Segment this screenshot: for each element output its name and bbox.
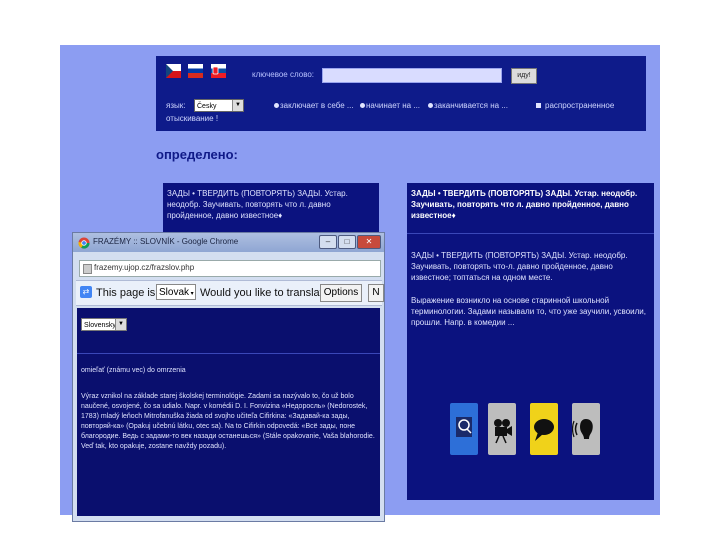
translate-language-value: Slovak: [159, 287, 190, 298]
right-result-para2: Выражение возникло на основе старинной ш…: [411, 296, 646, 327]
option-ends[interactable]: заканчивается на ...: [428, 101, 508, 110]
option-starts[interactable]: начинает на ...: [360, 101, 420, 110]
search-button[interactable]: иду!: [511, 68, 537, 84]
minimize-button[interactable]: –: [319, 235, 337, 249]
language-select[interactable]: Česky ▼: [194, 99, 244, 112]
film-icon[interactable]: [488, 403, 516, 455]
definition-line: omieľať (známu vec) do omrzenia: [81, 367, 186, 374]
close-translate-button[interactable]: N: [368, 284, 384, 302]
chrome-logo-icon: [78, 237, 90, 249]
window-titlebar[interactable]: FRAZÉMY :: SLOVNÍK - Google Chrome – □ ✕: [73, 233, 384, 252]
option-ends-label: заканчивается на ...: [434, 101, 508, 110]
language-label: язык:: [166, 101, 186, 110]
chevron-down-icon: ▼: [115, 319, 126, 330]
option-starts-label: начинает на ...: [366, 101, 421, 110]
close-button[interactable]: ✕: [357, 235, 381, 249]
language-select[interactable]: Slovensky ▼: [81, 318, 127, 331]
slovak-flag-icon[interactable]: [211, 64, 226, 78]
radio-icon[interactable]: [274, 103, 279, 108]
search-input[interactable]: [322, 68, 502, 83]
address-bar[interactable]: frazemy.ujop.cz/frazslov.php: [79, 260, 381, 277]
results-heading: определено:: [156, 147, 238, 162]
chrome-window: FRAZÉMY :: SLOVNÍK - Google Chrome – □ ✕…: [72, 232, 385, 522]
translate-icon: ⇄: [80, 286, 92, 298]
speech-icon[interactable]: [530, 403, 558, 455]
checkbox-icon[interactable]: [536, 103, 541, 108]
maximize-button[interactable]: □: [338, 235, 356, 249]
definition-paragraph: Výraz vznikol na základe starej školskej…: [81, 393, 375, 450]
divider: [77, 353, 380, 354]
language-select-value: Česky: [197, 103, 217, 110]
audio-icon[interactable]: [571, 403, 600, 455]
divider: [407, 233, 654, 234]
url-text: frazemy.ujop.cz/frazslov.php: [94, 263, 195, 272]
option-contains[interactable]: заключает в себе ...: [274, 101, 354, 110]
right-result-para1: ЗАДЫ • ТВЕРДИТЬ (ПОВТОРЯТЬ) ЗАДЫ. Устар.…: [411, 251, 628, 282]
window-title: FRAZÉMY :: SLOVNÍK - Google Chrome: [93, 237, 239, 246]
option-extended-line2: отыскивание !: [166, 114, 219, 123]
option-contains-label: заключает в себе ...: [280, 101, 354, 110]
chevron-down-icon: ▼: [232, 100, 243, 111]
dictionary-icon[interactable]: [450, 403, 478, 455]
page-content: Slovensky ▼ omieľať (známu vec) do omrze…: [77, 308, 380, 516]
left-result-text: ЗАДЫ • ТВЕРДИТЬ (ПОВТОРЯТЬ) ЗАДЫ. Устар.…: [167, 189, 348, 220]
search-label: ключевое слово:: [252, 70, 315, 79]
translate-infobar: ⇄ This page is in Slovak ▾ Would you lik…: [76, 280, 384, 306]
option-extended[interactable]: распространенное: [536, 101, 614, 110]
language-select-value: Slovensky: [84, 322, 116, 329]
right-result-title: ЗАДЫ • ТВЕРДИТЬ (ПОВТОРЯТЬ) ЗАДЫ. Устар.…: [411, 189, 638, 220]
translate-language-select[interactable]: Slovak ▾: [156, 284, 196, 300]
czech-flag-icon[interactable]: [166, 64, 181, 78]
radio-icon[interactable]: [428, 103, 433, 108]
option-extended-label: распространенное: [545, 101, 615, 110]
page-icon: [83, 264, 92, 274]
russian-flag-icon[interactable]: [188, 64, 203, 78]
radio-icon[interactable]: [360, 103, 365, 108]
options-button[interactable]: Options: [320, 284, 362, 302]
top-search-bar: ключевое слово: иду! язык: Česky ▼ заклю…: [156, 56, 646, 131]
